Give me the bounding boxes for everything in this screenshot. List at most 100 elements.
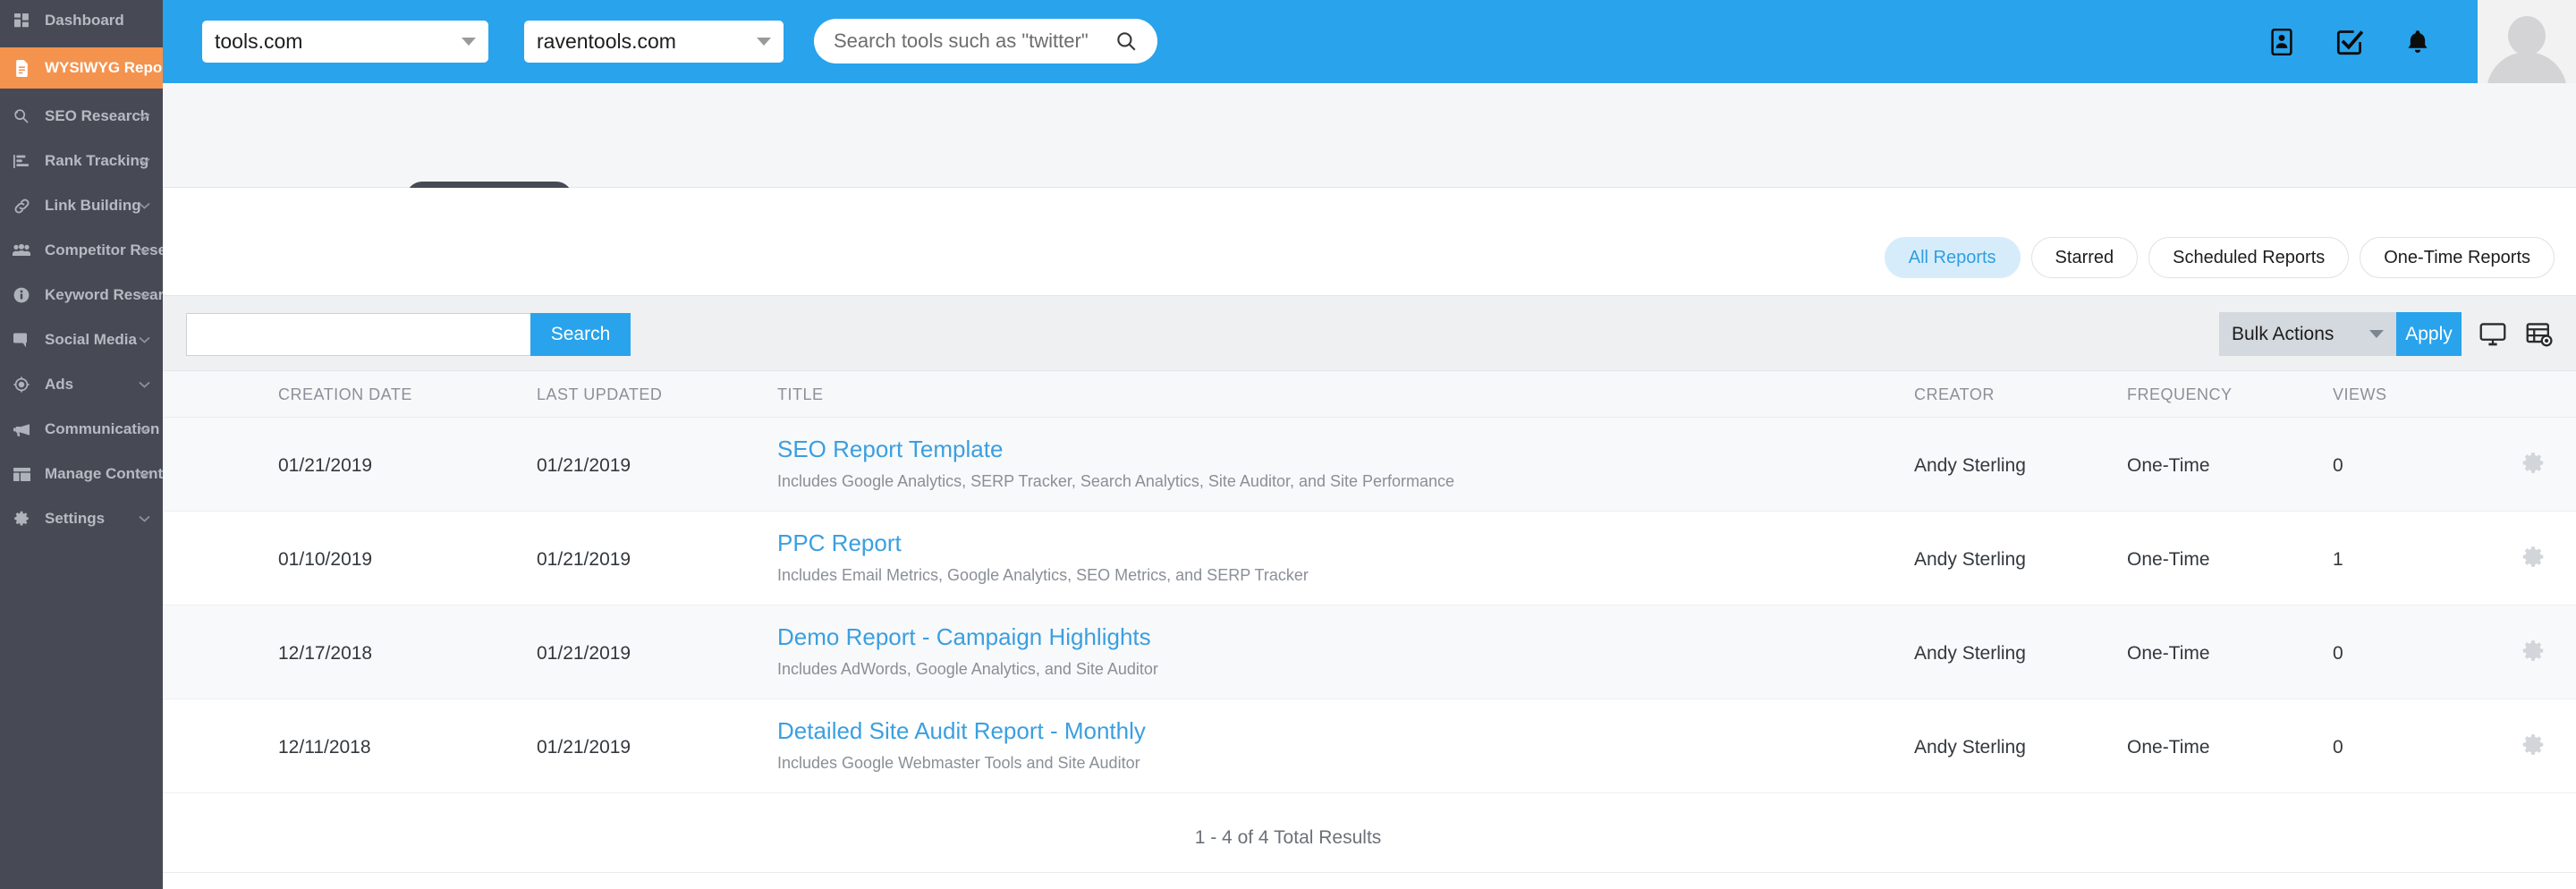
sidebar-item-label: SEO Research (45, 107, 150, 124)
report-title-link[interactable]: PPC Report (777, 529, 1309, 557)
table-row[interactable]: 01/10/2019 01/21/2019 PPC Report Include… (0, 512, 2576, 605)
cell-frequency: One-Time (2127, 455, 2210, 476)
notifications-bell-icon[interactable] (2402, 27, 2433, 57)
cell-last-updated: 01/21/2019 (537, 737, 631, 758)
table-row[interactable]: 01/21/2019 01/21/2019 SEO Report Templat… (0, 418, 2576, 512)
link-icon (9, 193, 34, 218)
tasks-check-icon[interactable] (2334, 27, 2365, 57)
bar-list-icon (9, 148, 34, 174)
report-title-link[interactable]: Demo Report - Campaign Highlights (777, 623, 1158, 651)
info-circle-icon (9, 283, 34, 308)
cell-creation-date: 01/10/2019 (278, 549, 373, 570)
cell-creator: Andy Sterling (1914, 455, 2026, 476)
sidebar-item-label: Ads (45, 376, 74, 393)
toolbar-right-group: Bulk Actions Apply (2219, 312, 2555, 356)
chevron-down-icon (2369, 330, 2384, 338)
chevron-down-icon (757, 38, 771, 46)
chevron-down-icon (139, 421, 150, 437)
bulk-actions-value: Bulk Actions (2232, 323, 2334, 344)
column-header-creation-date[interactable]: CREATION DATE (278, 385, 412, 404)
sidebar-item-label: Settings (45, 510, 106, 527)
chevron-down-icon (462, 38, 476, 46)
table-row[interactable]: 12/11/2018 01/21/2019 Detailed Site Audi… (0, 699, 2576, 793)
chevron-down-icon (139, 377, 150, 393)
search-icon[interactable] (1114, 30, 1138, 53)
row-gear-icon[interactable] (2521, 639, 2545, 668)
sidebar-item-link-building[interactable]: Link Building (0, 189, 163, 223)
report-filter-tabs: All Reports Starred Scheduled Reports On… (1884, 237, 2555, 278)
column-header-frequency[interactable]: FREQUENCY (2127, 385, 2233, 404)
table-row[interactable]: 12/17/2018 01/21/2019 Demo Report - Camp… (0, 605, 2576, 699)
chevron-down-icon (139, 153, 150, 169)
cell-title: Detailed Site Audit Report - Monthly Inc… (777, 717, 1146, 773)
column-header-creator[interactable]: CREATOR (1914, 385, 1995, 404)
cell-views: 0 (2333, 737, 2343, 758)
sidebar-item-settings[interactable]: Settings (0, 502, 163, 536)
sidebar-item-communication[interactable]: Communication (0, 412, 163, 446)
report-description: Includes Google Webmaster Tools and Site… (777, 754, 1140, 772)
chevron-down-icon (139, 511, 150, 527)
tab-all-reports[interactable]: All Reports (1884, 237, 2021, 278)
chevron-down-icon (139, 108, 150, 124)
profile-selector-value: raventools.com (537, 30, 676, 53)
sidebar-item-competitor-research[interactable]: Competitor Research (0, 233, 163, 267)
grid-dashboard-icon (9, 8, 34, 33)
bulk-actions-group: Bulk Actions Apply (2219, 312, 2462, 356)
table-header-row: CREATION DATE LAST UPDATED TITLE CREATOR… (0, 371, 2576, 418)
cell-frequency: One-Time (2127, 737, 2210, 758)
top-navigation-bar: tools.com raventools.com (0, 0, 2576, 83)
table-settings-icon[interactable] (2524, 319, 2555, 350)
avatar-head (2508, 16, 2546, 55)
chevron-down-icon (139, 332, 150, 348)
site-selector[interactable]: tools.com (202, 21, 488, 63)
table-toolbar: Search Bulk Actions Apply (0, 295, 2576, 371)
cell-last-updated: 01/21/2019 (537, 549, 631, 570)
cell-views: 1 (2333, 549, 2343, 570)
tab-starred[interactable]: Starred (2030, 237, 2139, 278)
magnifier-icon (9, 104, 34, 129)
cell-creation-date: 01/21/2019 (278, 455, 373, 476)
report-search-button[interactable]: Search (530, 313, 631, 356)
sidebar-item-label: Rank Tracking (45, 152, 149, 169)
report-search-input[interactable] (186, 313, 530, 356)
layout-icon (9, 461, 34, 487)
report-title-link[interactable]: SEO Report Template (777, 436, 1454, 463)
sidebar-item-ads[interactable]: Ads (0, 368, 163, 402)
monitor-icon[interactable] (2478, 319, 2508, 350)
sidebar-item-wysiwyg-reports[interactable]: WYSIWYG Reports (0, 47, 163, 89)
search-input[interactable] (834, 30, 1114, 53)
sidebar-item-label: WYSIWYG Reports (45, 59, 163, 76)
row-gear-icon[interactable] (2521, 733, 2545, 762)
sidebar-item-manage-content[interactable]: Manage Content (0, 457, 163, 491)
profile-selector[interactable]: raventools.com (524, 21, 784, 63)
column-header-last-updated[interactable]: LAST UPDATED (537, 385, 662, 404)
avatar-body (2487, 52, 2567, 83)
cell-last-updated: 01/21/2019 (537, 643, 631, 664)
row-gear-icon[interactable] (2521, 452, 2545, 480)
tab-scheduled-reports[interactable]: Scheduled Reports (2148, 237, 2350, 278)
chevron-down-icon (139, 242, 150, 258)
column-header-title[interactable]: TITLE (777, 385, 824, 404)
target-icon (9, 372, 34, 397)
row-gear-icon[interactable] (2521, 546, 2545, 574)
tab-one-time-reports[interactable]: One-Time Reports (2360, 237, 2555, 278)
footer-divider (0, 872, 2576, 873)
chevron-down-icon (139, 287, 150, 303)
report-title-link[interactable]: Detailed Site Audit Report - Monthly (777, 717, 1146, 745)
sidebar-item-dashboard[interactable]: Dashboard (0, 4, 163, 38)
global-search[interactable] (814, 19, 1157, 64)
sidebar-item-keyword-research[interactable]: Keyword Research (0, 278, 163, 312)
contacts-icon[interactable] (2267, 27, 2297, 57)
cell-frequency: One-Time (2127, 643, 2210, 664)
avatar[interactable] (2478, 0, 2576, 83)
apply-button[interactable]: Apply (2396, 312, 2462, 356)
sidebar-item-seo-research[interactable]: SEO Research (0, 99, 163, 133)
sidebar-item-social-media[interactable]: Social Media (0, 323, 163, 357)
bulk-actions-select[interactable]: Bulk Actions (2219, 312, 2396, 356)
cell-creator: Andy Sterling (1914, 737, 2026, 758)
cell-views: 0 (2333, 455, 2343, 476)
cell-title: PPC Report Includes Email Metrics, Googl… (777, 529, 1309, 585)
column-header-views[interactable]: VIEWS (2333, 385, 2387, 404)
people-icon (9, 238, 34, 263)
sidebar-item-rank-tracking[interactable]: Rank Tracking (0, 144, 163, 178)
